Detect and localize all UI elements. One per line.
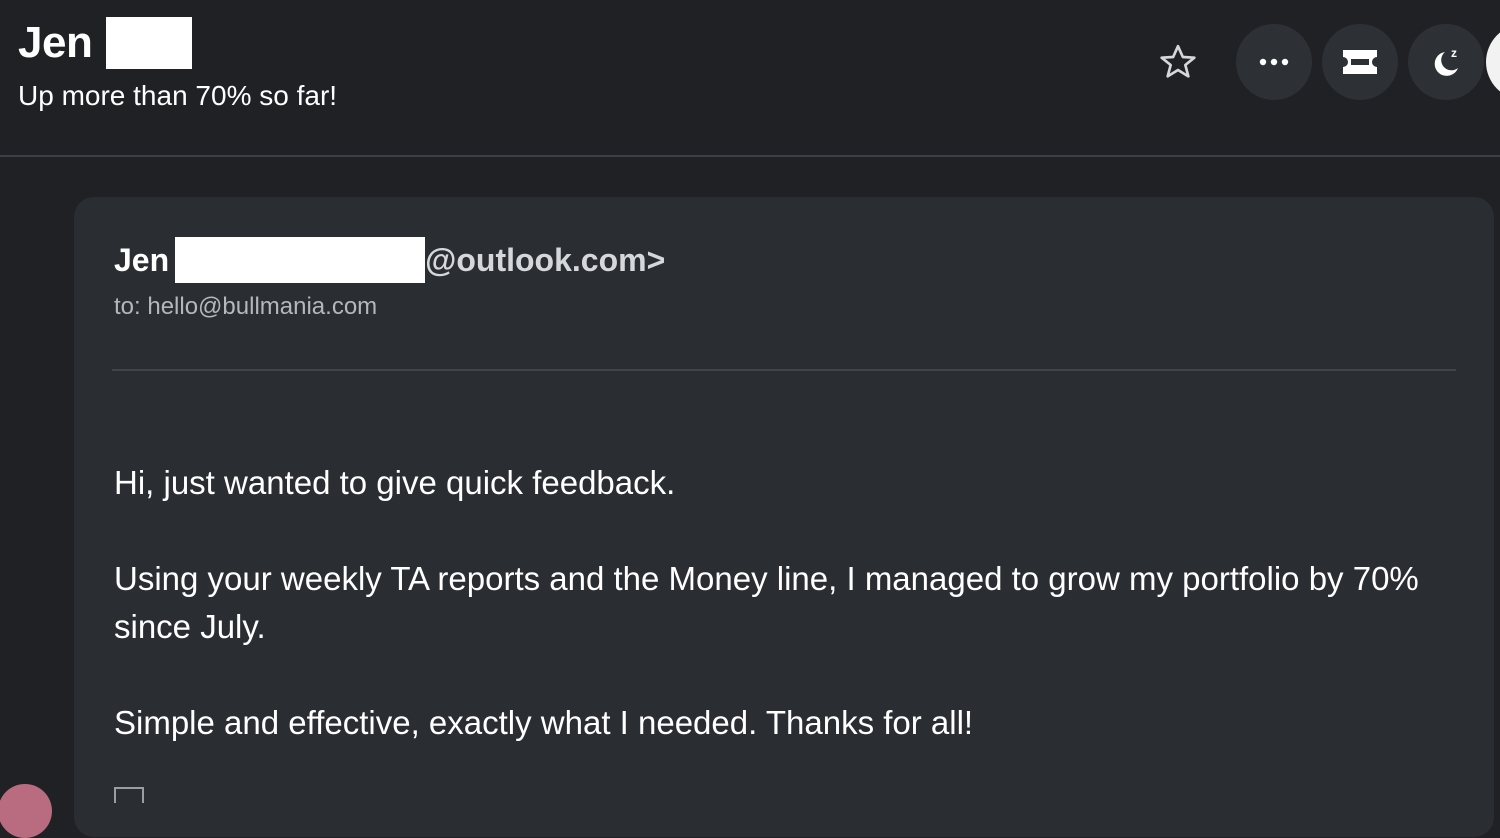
- redacted-surname: [106, 17, 193, 69]
- header-actions: z: [1140, 24, 1484, 100]
- redacted-email-user: [175, 237, 426, 283]
- ticket-icon: [1343, 50, 1377, 74]
- ticket-button[interactable]: [1322, 24, 1398, 100]
- header-divider: [0, 155, 1500, 157]
- sender-first-name: Jen: [18, 18, 93, 67]
- sender-title: Jen: [18, 16, 193, 70]
- card-divider: [112, 369, 1456, 371]
- from-name: Jen: [114, 242, 170, 278]
- star-button[interactable]: [1140, 24, 1216, 100]
- from-line: Jen @outlook.com>: [114, 237, 665, 283]
- from-email-suffix: @outlook.com>: [425, 242, 666, 278]
- email-message-card: Jen @outlook.com> to: hello@bullmania.co…: [74, 197, 1494, 837]
- body-paragraph: Simple and effective, exactly what I nee…: [114, 704, 974, 741]
- star-outline-icon: [1160, 44, 1196, 78]
- user-avatar[interactable]: [1486, 24, 1500, 100]
- more-horizontal-icon: [1259, 58, 1289, 66]
- sender-avatar[interactable]: [0, 784, 52, 838]
- body-paragraph: Hi, just wanted to give quick feedback.: [114, 464, 676, 501]
- snooze-button[interactable]: z: [1408, 24, 1484, 100]
- attachment-icon[interactable]: [114, 787, 144, 803]
- email-header: Jen Up more than 70% so far! z: [0, 0, 1500, 156]
- snooze-moon-icon: z: [1434, 46, 1458, 76]
- body-paragraph: Using your weekly TA reports and the Mon…: [114, 560, 1419, 645]
- more-options-button[interactable]: [1236, 24, 1312, 100]
- svg-text:z: z: [1451, 46, 1457, 60]
- email-subject: Up more than 70% so far!: [18, 80, 338, 111]
- email-body: Hi, just wanted to give quick feedback. …: [114, 459, 1464, 795]
- message-footer-icons: [114, 787, 144, 803]
- to-recipient: to: hello@bullmania.com: [114, 293, 378, 320]
